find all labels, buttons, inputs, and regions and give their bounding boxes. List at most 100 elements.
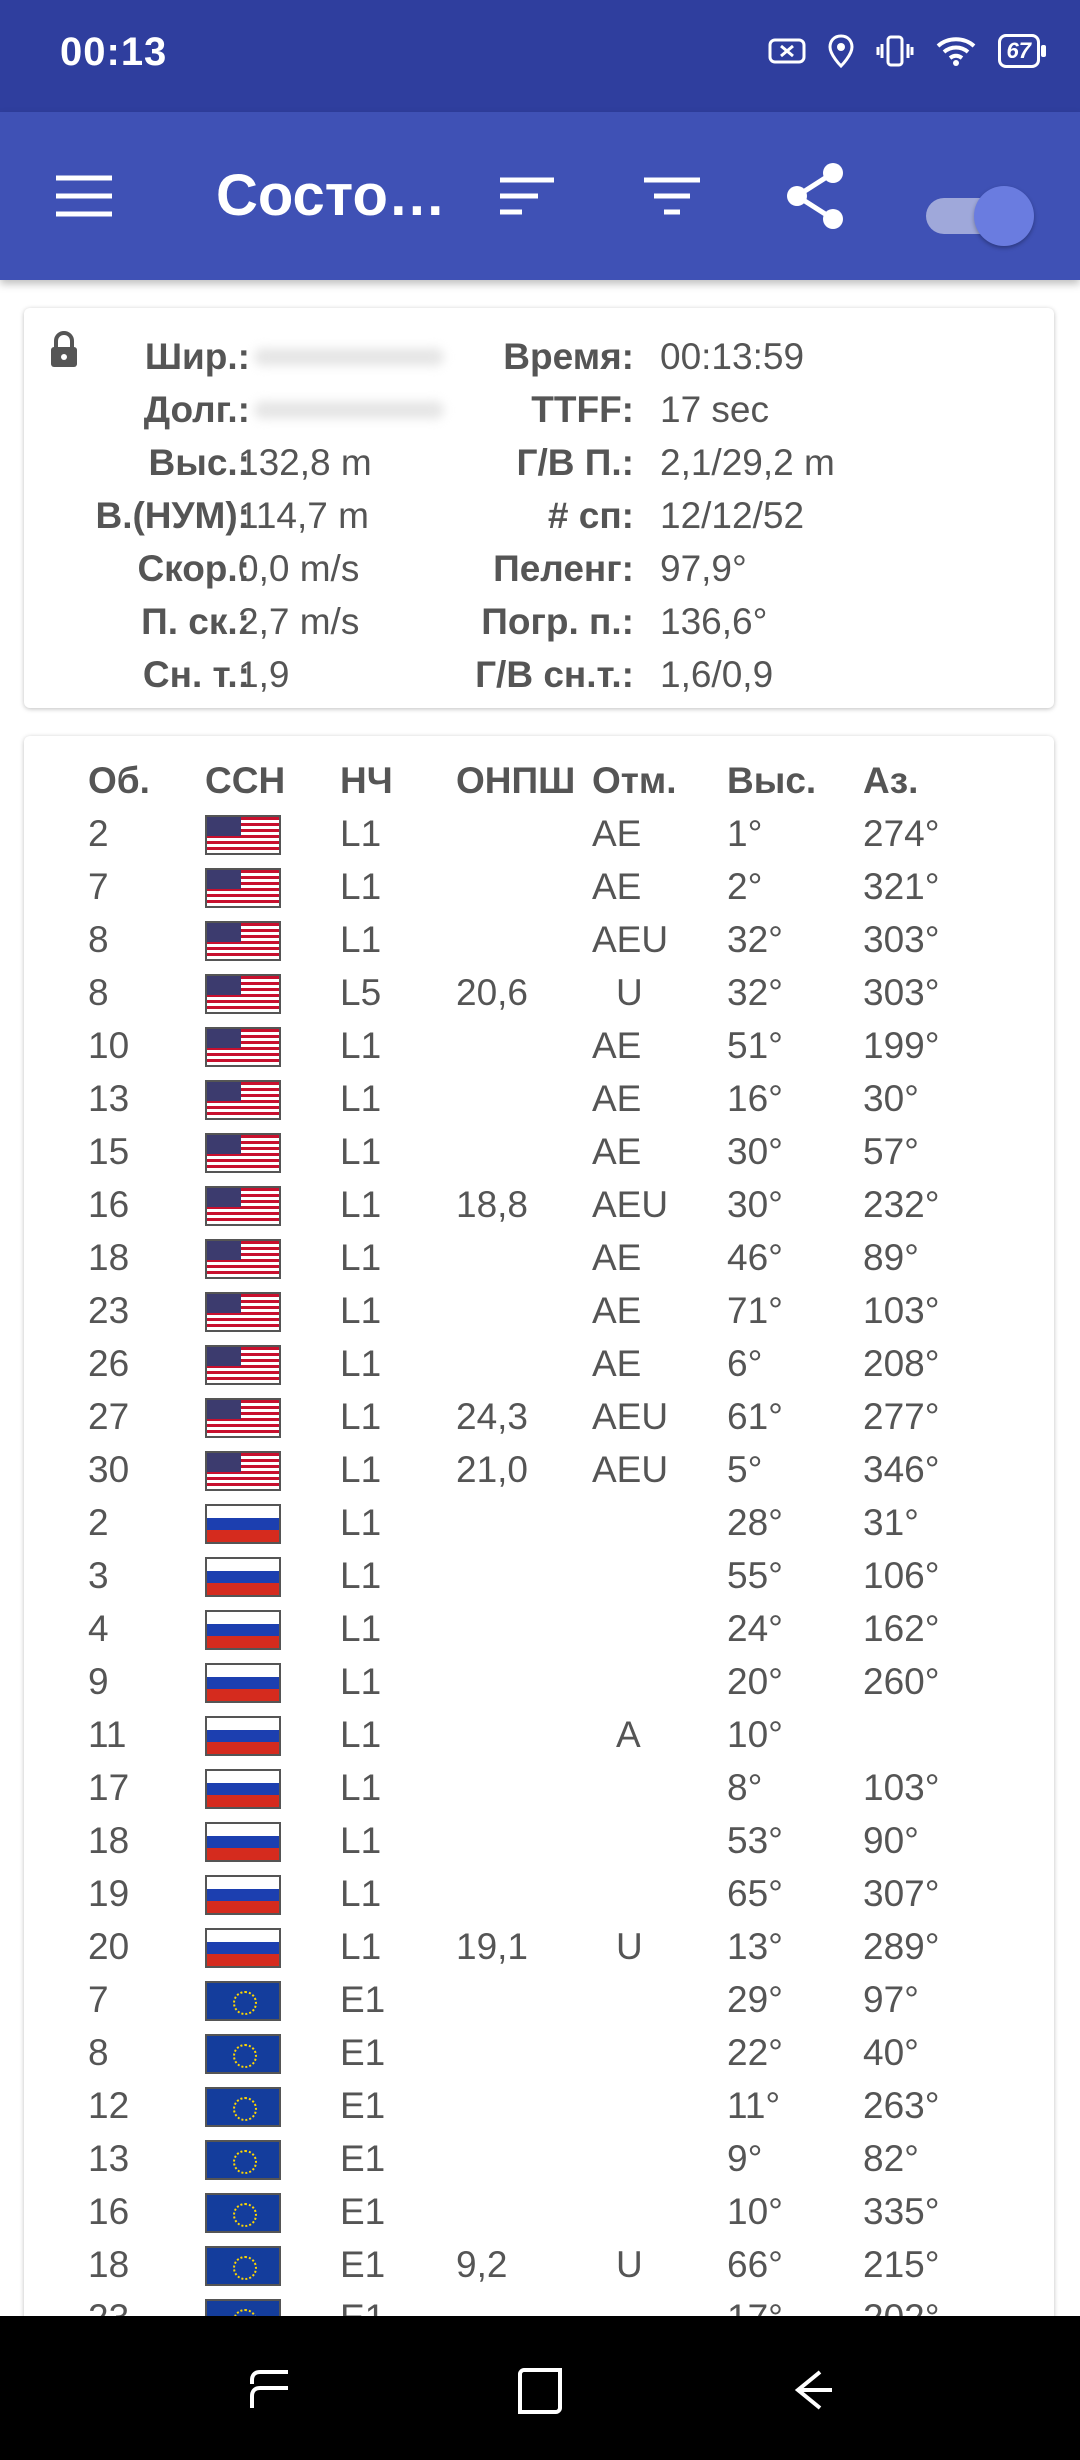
location-row: Долг.: TTFF: 17 sec — [24, 383, 1054, 436]
satellite-card: Об. ССН НЧ ОНПШ Отм. Выс. Аз. 2 L1 AE 1° 274… — [24, 736, 1054, 2460]
sat-cn0: 9,2 — [456, 2244, 508, 2285]
sat-cn0: 24,3 — [456, 1396, 529, 1437]
sat-elev: 13° — [727, 1926, 783, 1967]
left-value: 114,7 m — [238, 495, 369, 536]
us-flag-icon — [205, 1186, 281, 1226]
table-row: 9 L1 20° 260° — [24, 1655, 1054, 1708]
sat-id: 19 — [88, 1873, 130, 1914]
table-row: 19 L1 65° 307° — [24, 1867, 1054, 1920]
sat-id: 16 — [88, 2191, 130, 2232]
sat-id: 20 — [88, 1926, 130, 1967]
sat-id: 7 — [88, 1979, 109, 2020]
sat-flags: AE — [592, 1290, 642, 1331]
table-row: 12 E1 11° 263° — [24, 2079, 1054, 2132]
toggle-switch[interactable] — [924, 172, 1034, 248]
sat-freq: L1 — [340, 1926, 382, 1967]
sat-id: 18 — [88, 2244, 130, 2285]
sat-azim: 57° — [863, 1131, 919, 1172]
table-row: 26 L1 AE 6° 208° — [24, 1337, 1054, 1390]
sat-elev: 10° — [727, 1714, 783, 1755]
table-row: 20 L1 19,1 U 13° 289° — [24, 1920, 1054, 1973]
right-value: 97,9° — [660, 548, 747, 589]
eu-flag-icon — [205, 2246, 281, 2286]
sat-id: 23 — [88, 1290, 130, 1331]
share-icon — [787, 163, 843, 229]
col-header-azim: Аз. — [863, 760, 919, 801]
sat-id: 26 — [88, 1343, 130, 1384]
back-icon[interactable] — [780, 2360, 840, 2420]
sort-button[interactable] — [488, 156, 568, 236]
sat-flags: U — [616, 972, 643, 1013]
sat-id: 16 — [88, 1184, 130, 1225]
left-label: Сн. т.: — [142, 654, 250, 695]
table-row: 16 E1 10° 335° — [24, 2185, 1054, 2238]
sat-azim: 31° — [863, 1502, 919, 1543]
sat-id: 17 — [88, 1767, 130, 1808]
sat-freq: E1 — [340, 2085, 386, 2126]
sat-freq: L1 — [340, 1608, 382, 1649]
russia-flag-icon — [205, 1769, 281, 1809]
left-label: Выс.: — [148, 442, 251, 483]
eu-flag-icon — [205, 2087, 281, 2127]
system-nav-bar — [0, 2316, 1080, 2460]
table-row: 13 L1 AE 16° 30° — [24, 1072, 1054, 1125]
sat-azim: 289° — [863, 1926, 940, 1967]
russia-flag-icon — [205, 1557, 281, 1597]
sat-freq: L1 — [340, 1025, 382, 1066]
sat-flags: AEU — [592, 1449, 669, 1490]
left-label: Долг.: — [143, 389, 250, 430]
russia-flag-icon — [205, 1610, 281, 1650]
sat-id: 30 — [88, 1449, 130, 1490]
sat-elev: 5° — [727, 1449, 763, 1490]
sat-azim: 199° — [863, 1025, 940, 1066]
us-flag-icon — [205, 1080, 281, 1120]
battery-icon: 67 — [997, 34, 1047, 68]
table-row: 3 L1 55° 106° — [24, 1549, 1054, 1602]
sat-elev: 28° — [727, 1502, 783, 1543]
share-button[interactable] — [776, 156, 856, 236]
menu-button[interactable] — [44, 156, 124, 236]
table-row: 8 L5 20,6 U 32° 303° — [24, 966, 1054, 1019]
left-value: 132,8 m — [238, 442, 372, 483]
sat-azim: 215° — [863, 2244, 940, 2285]
sat-freq: L1 — [340, 1131, 382, 1172]
app-bar: Состо… — [0, 112, 1080, 280]
home-icon[interactable] — [510, 2360, 570, 2420]
sat-id: 4 — [88, 1608, 109, 1649]
recents-icon[interactable] — [240, 2360, 300, 2420]
vibrate-icon — [876, 35, 914, 67]
sat-azim: 307° — [863, 1873, 940, 1914]
sat-elev: 24° — [727, 1608, 783, 1649]
sat-azim: 303° — [863, 919, 940, 960]
left-label: Скор.: — [137, 548, 250, 589]
table-row: 27 L1 24,3 AEU 61° 277° — [24, 1390, 1054, 1443]
sat-freq: E1 — [340, 2244, 386, 2285]
sat-id: 8 — [88, 972, 109, 1013]
sat-elev: 30° — [727, 1131, 783, 1172]
table-row: 8 L1 AEU 32° 303° — [24, 913, 1054, 966]
sat-elev: 10° — [727, 2191, 783, 2232]
sat-azim: 106° — [863, 1555, 940, 1596]
us-flag-icon — [205, 1292, 281, 1332]
left-label: П. ск.: — [141, 601, 250, 642]
sat-freq: E1 — [340, 2191, 386, 2232]
sat-elev: 55° — [727, 1555, 783, 1596]
table-row: 11 L1 A 10° — [24, 1708, 1054, 1761]
sat-freq: L1 — [340, 813, 382, 854]
sat-id: 13 — [88, 1078, 130, 1119]
sat-elev: 11° — [727, 2085, 781, 2126]
sat-freq: E1 — [340, 1979, 386, 2020]
right-label: TTFF: — [531, 389, 634, 430]
sat-freq: L1 — [340, 1873, 382, 1914]
sat-elev: 71° — [727, 1290, 783, 1331]
sat-cn0: 21,0 — [456, 1449, 529, 1490]
table-row: 23 L1 AE 71° 103° — [24, 1284, 1054, 1337]
sat-azim: 335° — [863, 2191, 940, 2232]
filter-button[interactable] — [632, 156, 712, 236]
sat-azim: 40° — [863, 2032, 919, 2073]
sat-elev: 8° — [727, 1767, 763, 1808]
right-label: Пеленг: — [493, 548, 634, 589]
sat-freq: E1 — [340, 2032, 386, 2073]
russia-flag-icon — [205, 1928, 281, 1968]
sat-elev: 30° — [727, 1184, 783, 1225]
